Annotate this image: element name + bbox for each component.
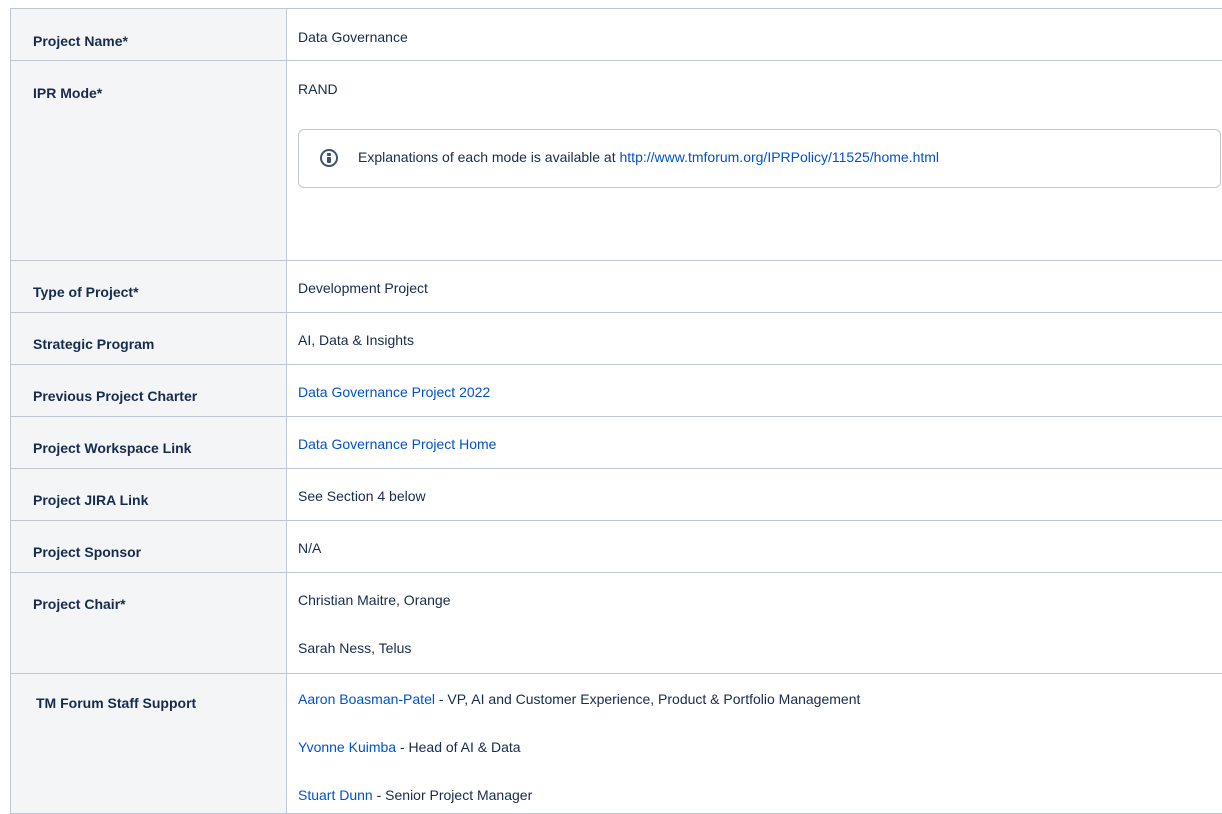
row-label: Project Sponsor xyxy=(33,544,141,561)
staff-person: Yvonne Kuimba - Head of AI & Data xyxy=(298,739,521,756)
chair-value: Christian Maitre, Orange xyxy=(298,592,451,609)
chair-value: Sarah Ness, Telus xyxy=(298,640,411,657)
table-row: Previous Project Charter Data Governance… xyxy=(11,365,1222,417)
row-value-cell: See Section 4 below xyxy=(287,469,1222,521)
row-label-cell: Project Chair* xyxy=(11,573,287,674)
row-label-cell: Previous Project Charter xyxy=(11,365,287,417)
type-of-project-value: Development Project xyxy=(298,280,428,297)
row-label: Type of Project* xyxy=(33,284,139,301)
info-text: Explanations of each mode is available a… xyxy=(358,149,939,165)
row-label: Previous Project Charter xyxy=(33,388,197,405)
row-label: Strategic Program xyxy=(33,336,154,353)
staff-person: Stuart Dunn - Senior Project Manager xyxy=(298,787,532,804)
row-label: Project Chair* xyxy=(33,596,126,613)
row-label-cell: Project Workspace Link xyxy=(11,417,287,469)
row-label: Project Name* xyxy=(33,33,128,50)
previous-charter-link[interactable]: Data Governance Project 2022 xyxy=(298,384,490,401)
row-value-cell: N/A xyxy=(287,521,1222,573)
table-row: Project Chair* Christian Maitre, Orange … xyxy=(11,573,1222,674)
row-label-cell: Project JIRA Link xyxy=(11,469,287,521)
row-value-cell: Development Project xyxy=(287,261,1222,313)
staff-role: - Head of AI & Data xyxy=(396,739,521,755)
row-label: Project JIRA Link xyxy=(33,492,148,509)
table-row: Project Sponsor N/A xyxy=(11,521,1222,573)
staff-name-link[interactable]: Aaron Boasman-Patel xyxy=(298,691,435,707)
project-charter-table: Project Name* Data Governance IPR Mode* … xyxy=(10,8,1222,814)
info-panel: Explanations of each mode is available a… xyxy=(298,129,1221,188)
row-value-cell: RAND Explanations of each mode is availa… xyxy=(287,61,1222,261)
workspace-link[interactable]: Data Governance Project Home xyxy=(298,436,496,453)
jira-link-value: See Section 4 below xyxy=(298,488,426,505)
row-label: IPR Mode* xyxy=(33,85,102,102)
row-value-cell: AI, Data & Insights xyxy=(287,313,1222,365)
staff-person: Aaron Boasman-Patel - VP, AI and Custome… xyxy=(298,691,860,708)
strategic-program-value: AI, Data & Insights xyxy=(298,332,414,349)
row-value-cell: Aaron Boasman-Patel - VP, AI and Custome… xyxy=(287,674,1222,814)
table-row: Project Workspace Link Data Governance P… xyxy=(11,417,1222,469)
table-row: Type of Project* Development Project xyxy=(11,261,1222,313)
staff-role: - VP, AI and Customer Experience, Produc… xyxy=(435,691,860,707)
row-label-cell: Project Name* xyxy=(11,9,287,61)
info-icon xyxy=(320,149,338,167)
sponsor-value: N/A xyxy=(298,540,321,557)
ipr-policy-link[interactable]: http://www.tmforum.org/IPRPolicy/11525/h… xyxy=(620,149,940,165)
row-value-cell: Data Governance Project Home xyxy=(287,417,1222,469)
staff-name-link[interactable]: Yvonne Kuimba xyxy=(298,739,396,755)
row-label-cell: TM Forum Staff Support xyxy=(11,674,287,814)
row-label-cell: Project Sponsor xyxy=(11,521,287,573)
row-label-cell: Strategic Program xyxy=(11,313,287,365)
project-name-value: Data Governance xyxy=(298,29,408,46)
table-row: Project JIRA Link See Section 4 below xyxy=(11,469,1222,521)
row-value-cell: Christian Maitre, Orange Sarah Ness, Tel… xyxy=(287,573,1222,674)
row-label-cell: IPR Mode* xyxy=(11,61,287,261)
info-message: Explanations of each mode is available a… xyxy=(358,149,616,165)
table-row: Strategic Program AI, Data & Insights xyxy=(11,313,1222,365)
ipr-mode-value: RAND xyxy=(298,81,338,98)
row-label: TM Forum Staff Support xyxy=(36,695,196,712)
table-row: IPR Mode* RAND Explanations of each mode… xyxy=(11,61,1222,261)
table-row: TM Forum Staff Support Aaron Boasman-Pat… xyxy=(11,674,1222,814)
row-value-cell: Data Governance Project 2022 xyxy=(287,365,1222,417)
row-value-cell: Data Governance xyxy=(287,9,1222,61)
row-label-cell: Type of Project* xyxy=(11,261,287,313)
table-row: Project Name* Data Governance xyxy=(11,9,1222,61)
row-label: Project Workspace Link xyxy=(33,440,191,457)
